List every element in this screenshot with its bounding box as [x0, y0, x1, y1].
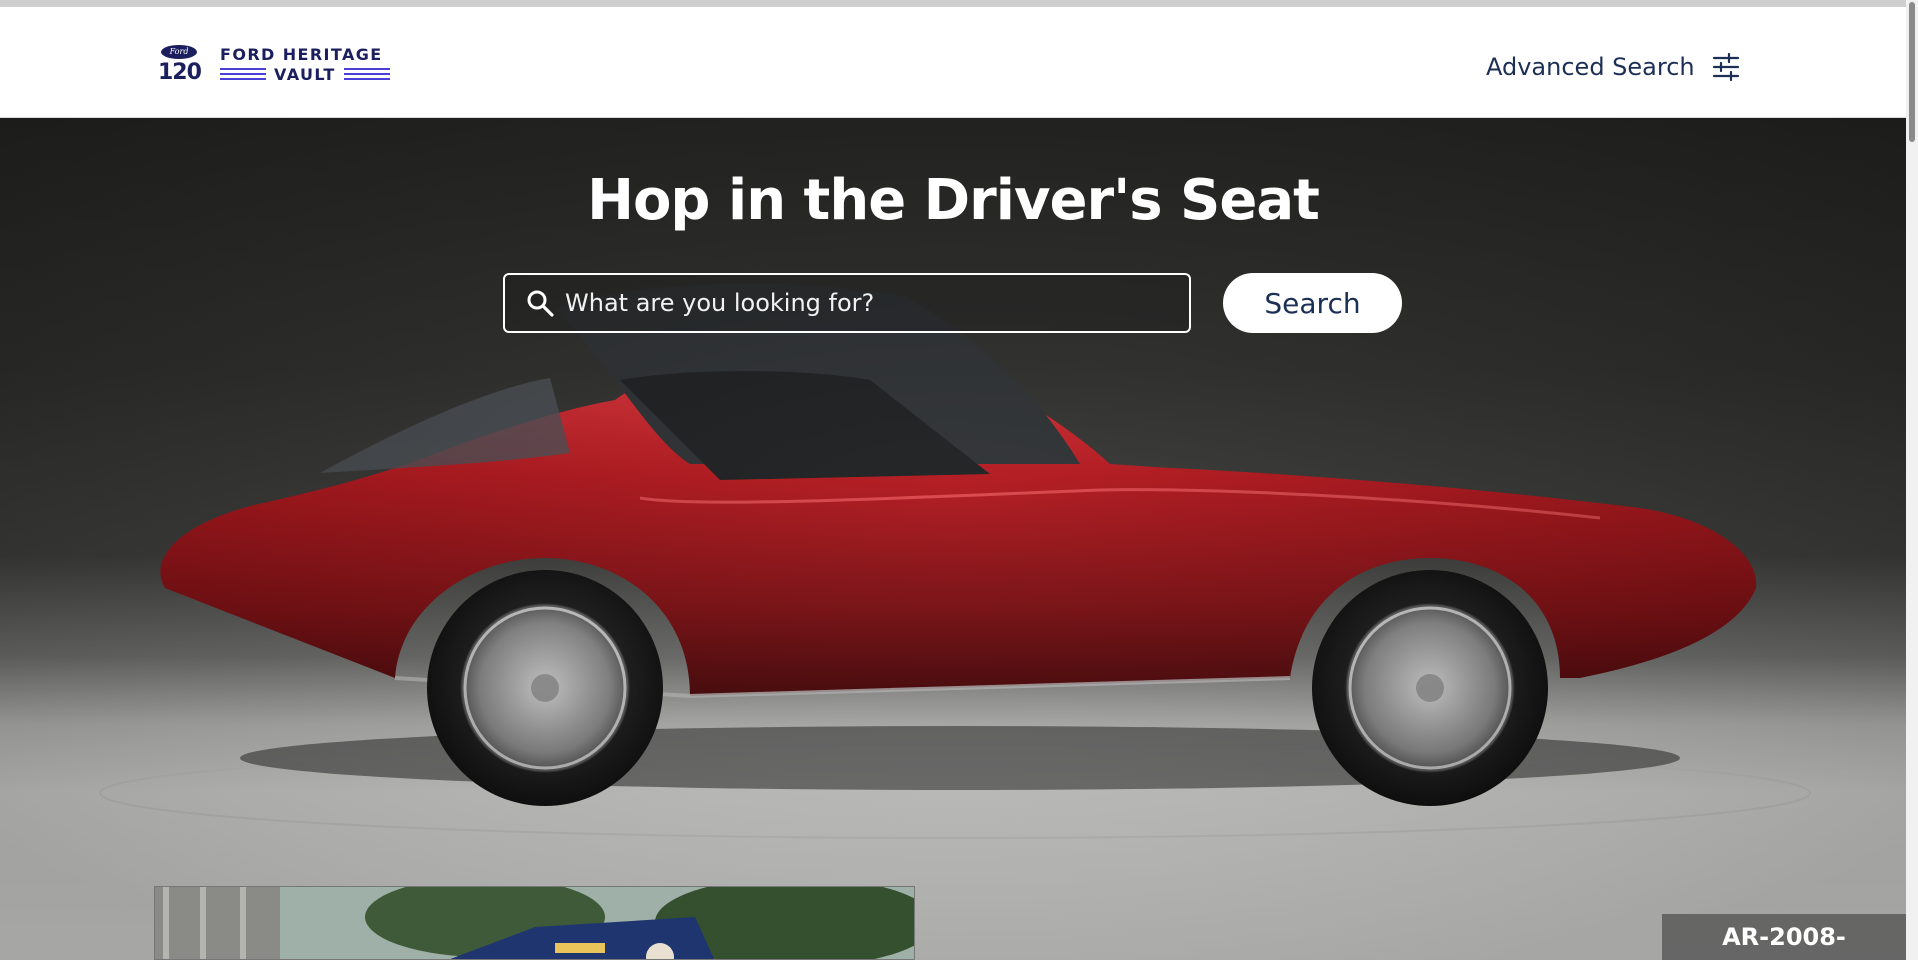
search-button[interactable]: Search — [1223, 273, 1402, 333]
search-input[interactable] — [565, 283, 1165, 323]
ford-120-icon: Ford 120 — [158, 41, 202, 89]
logo-stripes-right — [343, 68, 390, 82]
site-header: Ford 120 FORD HERITAGE VAULT Advanced Se… — [0, 7, 1906, 118]
search-box[interactable] — [503, 273, 1191, 333]
logo-line-2: VAULT — [274, 65, 336, 84]
image-id-badge: AR-2008-8.1.8.676 — [1662, 914, 1906, 960]
anniversary-number: 120 — [158, 60, 202, 85]
logo-line-2-row: VAULT — [220, 65, 396, 85]
top-strip — [0, 0, 1906, 7]
advanced-search-link[interactable]: Advanced Search — [1486, 49, 1741, 85]
featured-image-thumbnail[interactable] — [154, 886, 915, 960]
search-icon — [527, 290, 554, 317]
sliders-icon — [1712, 52, 1739, 82]
scrollbar-thumb[interactable] — [1909, 2, 1915, 142]
advanced-search-label: Advanced Search — [1486, 53, 1695, 81]
hero-title: Hop in the Driver's Seat — [587, 168, 1320, 233]
logo-line-1: FORD HERITAGE — [220, 45, 383, 64]
thumbnail-photo — [155, 887, 914, 959]
ford-heritage-vault-logo[interactable]: Ford 120 FORD HERITAGE VAULT — [158, 37, 398, 93]
hero-section: Hop in the Driver's Seat Search AR-2008-… — [0, 118, 1906, 960]
logo-stripes-left — [220, 68, 266, 82]
page-scrollbar[interactable] — [1906, 0, 1918, 960]
logo-wordmark: FORD HERITAGE VAULT — [220, 45, 396, 85]
hero-vignette — [0, 118, 1906, 960]
ford-oval-text: Ford — [169, 47, 189, 56]
